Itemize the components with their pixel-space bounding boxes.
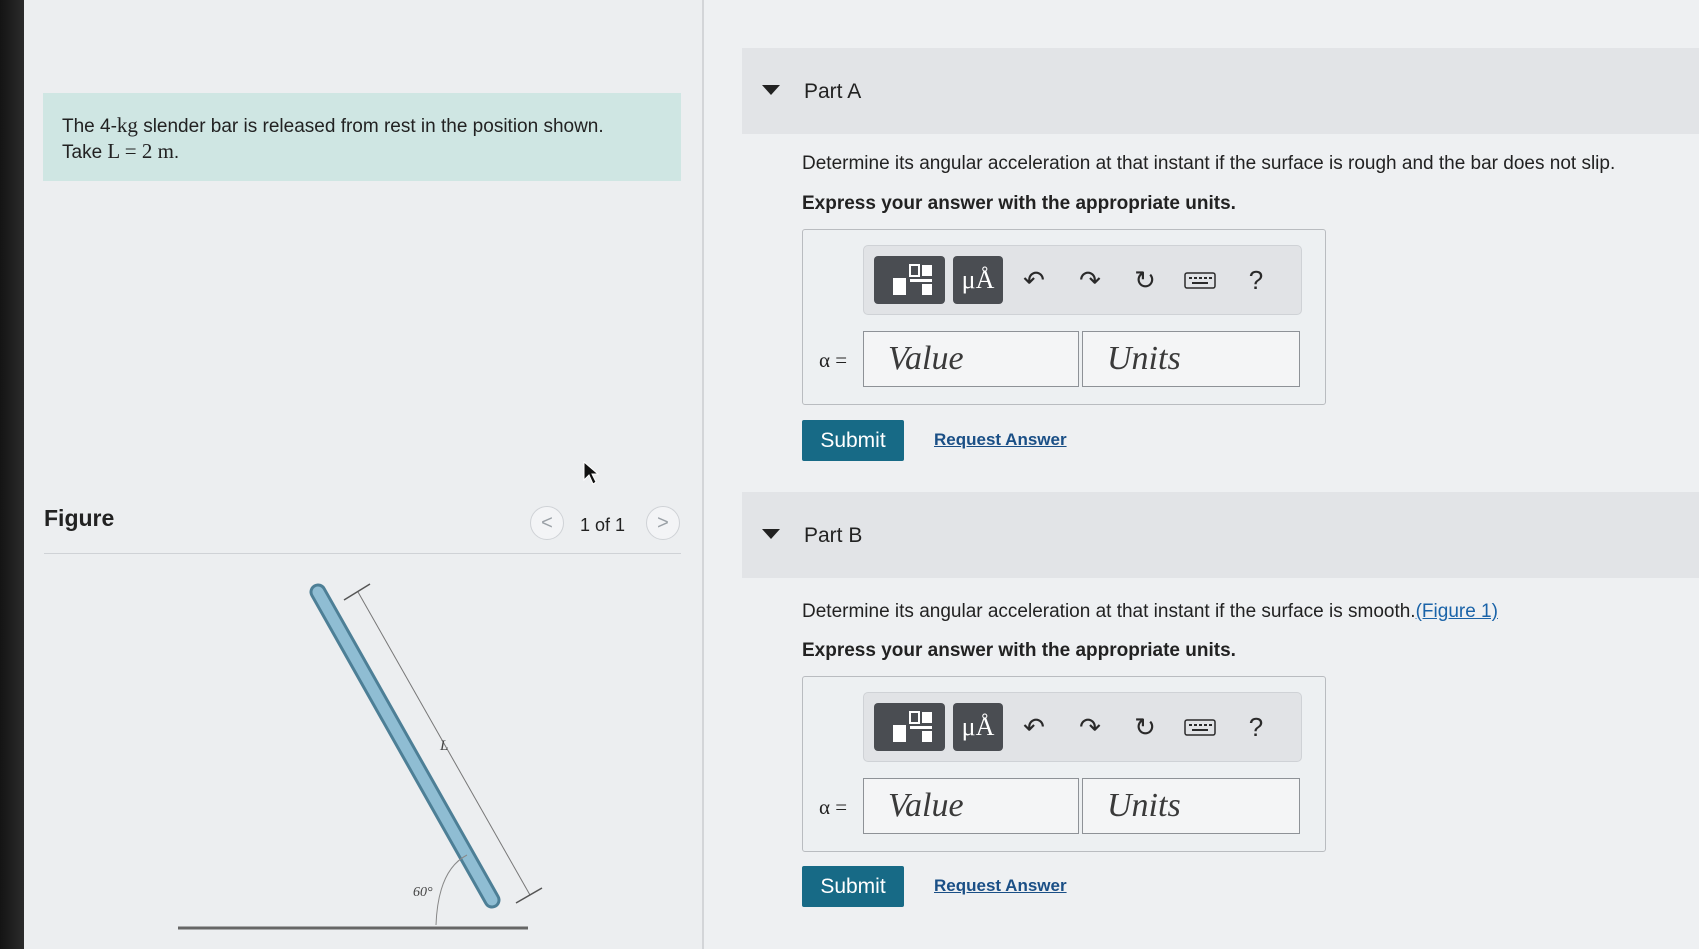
part-a-title: Part A bbox=[804, 80, 862, 103]
units-button[interactable]: μÅ bbox=[953, 703, 1003, 751]
slender-bar-figure: L 60° bbox=[178, 583, 543, 930]
undo-icon[interactable]: ↶ bbox=[1014, 260, 1054, 300]
part-b-title: Part B bbox=[804, 524, 863, 547]
part-b-figure-link[interactable]: (Figure 1) bbox=[1416, 601, 1498, 622]
help-button[interactable]: ? bbox=[1236, 707, 1276, 747]
part-b-submit-button[interactable]: Submit bbox=[802, 866, 904, 907]
undo-icon[interactable]: ↶ bbox=[1014, 707, 1054, 747]
problem-statement: The 4-kg slender bar is released from re… bbox=[43, 93, 681, 181]
dimension-tick-top bbox=[343, 583, 371, 601]
length-label: L bbox=[439, 738, 448, 754]
collapse-caret-icon[interactable] bbox=[762, 85, 780, 95]
units-button[interactable]: μÅ bbox=[953, 256, 1003, 304]
templates-icon bbox=[893, 264, 932, 295]
redo-icon[interactable]: ↷ bbox=[1070, 707, 1110, 747]
part-a-instruction: Express your answer with the appropriate… bbox=[802, 193, 1236, 214]
figure-pager-text: 1 of 1 bbox=[580, 515, 626, 535]
templates-button[interactable] bbox=[874, 256, 945, 304]
value-input[interactable] bbox=[864, 332, 1078, 386]
alpha-label: α = bbox=[819, 795, 848, 819]
value-field[interactable] bbox=[863, 778, 1079, 834]
problem-text: The 4-kg slender bar is released from re… bbox=[62, 113, 604, 165]
part-b-question: Determine its angular acceleration at th… bbox=[802, 601, 1498, 623]
part-a-request-answer-link[interactable]: Request Answer bbox=[934, 430, 1067, 450]
take-label: Take bbox=[62, 142, 108, 163]
angle-arc bbox=[435, 854, 468, 926]
period: . bbox=[173, 142, 180, 163]
figure-prev-button[interactable]: < bbox=[530, 506, 564, 540]
units-input[interactable] bbox=[1083, 332, 1299, 386]
part-a-question: Determine its angular acceleration at th… bbox=[802, 153, 1615, 175]
slender-bar bbox=[312, 586, 498, 906]
part-a-answer-box: μÅ ↶ ↷ ↻ ? α = bbox=[802, 229, 1326, 405]
reset-icon[interactable]: ↻ bbox=[1125, 260, 1165, 300]
length-equation: L = 2 m bbox=[107, 139, 174, 163]
keyboard-icon[interactable] bbox=[1180, 260, 1220, 300]
value-field[interactable] bbox=[863, 331, 1079, 387]
angle-label: 60° bbox=[413, 885, 433, 900]
part-a-math-toolbar: μÅ ↶ ↷ ↻ ? bbox=[863, 245, 1302, 315]
problem-text-start: The 4- bbox=[62, 116, 117, 137]
help-button[interactable]: ? bbox=[1236, 260, 1276, 300]
part-b-request-answer-link[interactable]: Request Answer bbox=[934, 876, 1067, 896]
part-a-question-text: Determine its angular acceleration at th… bbox=[802, 153, 1616, 174]
templates-button[interactable] bbox=[874, 703, 945, 751]
dimension-tick-bottom bbox=[515, 887, 543, 904]
part-a-header[interactable]: Part A bbox=[742, 48, 1699, 134]
reset-icon[interactable]: ↻ bbox=[1125, 707, 1165, 747]
figure-next-button[interactable]: > bbox=[646, 506, 680, 540]
mouse-cursor-icon bbox=[583, 460, 600, 485]
alpha-label: α = bbox=[819, 348, 848, 372]
value-input[interactable] bbox=[864, 779, 1078, 833]
units-field[interactable] bbox=[1082, 331, 1300, 387]
templates-icon bbox=[893, 711, 932, 742]
redo-icon[interactable]: ↷ bbox=[1070, 260, 1110, 300]
part-b-math-toolbar: μÅ ↶ ↷ ↻ ? bbox=[863, 692, 1302, 762]
problem-text-end: slender bar is released from rest in the… bbox=[137, 116, 604, 137]
part-b-answer-box: μÅ ↶ ↷ ↻ ? α = bbox=[802, 676, 1326, 852]
units-input[interactable] bbox=[1083, 779, 1299, 833]
keyboard-icon[interactable] bbox=[1180, 707, 1220, 747]
part-a-submit-button[interactable]: Submit bbox=[802, 420, 904, 461]
screen-bezel bbox=[0, 0, 24, 949]
part-b-header[interactable]: Part B bbox=[742, 492, 1699, 578]
part-b-instruction: Express your answer with the appropriate… bbox=[802, 640, 1236, 661]
mass-unit: kg bbox=[116, 113, 138, 137]
figure-divider bbox=[44, 553, 681, 554]
units-field[interactable] bbox=[1082, 778, 1300, 834]
part-b-question-text: Determine its angular acceleration at th… bbox=[802, 601, 1416, 622]
figure-title: Figure bbox=[44, 505, 115, 531]
collapse-caret-icon[interactable] bbox=[762, 529, 780, 539]
